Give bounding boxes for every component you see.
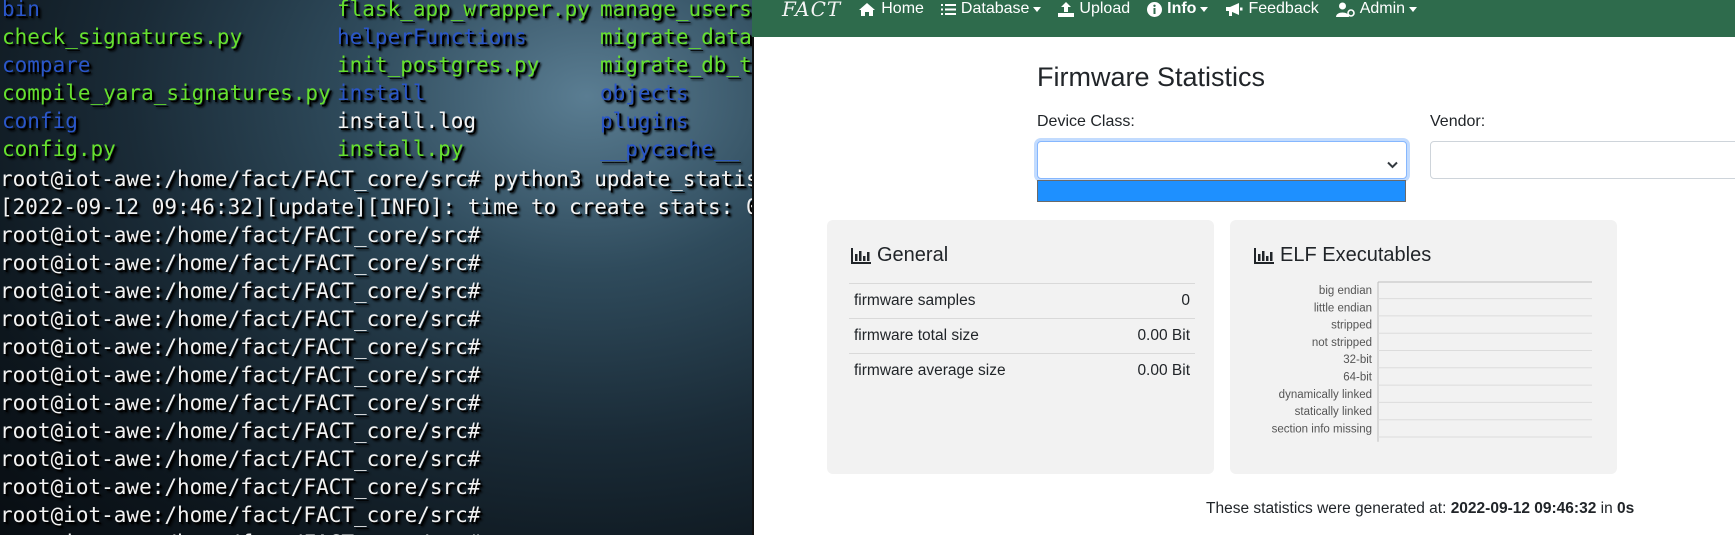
nav-feedback[interactable]: Feedback — [1225, 0, 1319, 18]
elf-tick-label: statically linked — [1295, 406, 1372, 418]
stat-label: firmware samples — [849, 283, 1099, 319]
ls-entry: bin — [2, 0, 40, 21]
terminal-line: root@iot-awe:/home/fact/FACT_core/src# — [0, 279, 481, 303]
footer-middle: in — [1596, 500, 1618, 517]
ls-entry: migrate_db_to — [600, 53, 752, 77]
chevron-down-icon — [1387, 156, 1398, 174]
table-row: firmware total size 0.00 Bit — [849, 318, 1195, 354]
chevron-down-icon — [1033, 6, 1042, 12]
stat-value: 0.00 Bit — [1098, 353, 1195, 388]
footer-duration: 0s — [1617, 500, 1635, 517]
stat-value: 0 — [1098, 283, 1195, 319]
ls-entry: install.py — [337, 137, 464, 161]
ls-entry: config.py — [2, 137, 116, 161]
brand-logo[interactable]: FACT — [782, 0, 841, 19]
ls-entry: init_postgres.py — [337, 53, 540, 77]
ls-entry: __pycache__ — [600, 137, 740, 161]
nav-upload[interactable]: Upload — [1058, 0, 1130, 18]
page-title: Firmware Statistics — [1037, 62, 1266, 92]
ls-entry: install — [337, 81, 426, 105]
terminal-line: root@iot-awe:/home/fact/FACT_core/src# — [0, 251, 481, 275]
ls-entry: manage_users. — [600, 0, 752, 21]
terminal-line: root@iot-awe:/home/fact/FACT_core/src# — [0, 223, 481, 247]
terminal-line: root@iot-awe:/home/fact/FACT_core/src# — [0, 447, 481, 471]
nav-home[interactable]: Home — [858, 0, 924, 18]
elf-tick-label: not stripped — [1312, 337, 1372, 349]
elf-tick-label: dynamically linked — [1279, 389, 1372, 401]
footer-timestamp: 2022-09-12 09:46:32 — [1450, 500, 1597, 517]
ls-column-1: bin check_signatures.pycompare compile_yar… — [2, 0, 331, 163]
elf-tick-label: big endian — [1319, 285, 1372, 297]
nav-info-label: Info — [1167, 0, 1197, 17]
stat-label: firmware average size — [849, 353, 1099, 388]
upload-icon — [1058, 1, 1075, 17]
general-card: General firmware samples 0 firmware tota… — [827, 220, 1214, 474]
terminal-line: root@iot-awe:/home/fact/FACT_core/src# — [0, 419, 481, 443]
general-stats-table: firmware samples 0 firmware total size 0… — [849, 283, 1195, 388]
ls-column-3: manage_users. migrate_datab migrate_db_too… — [600, 0, 752, 163]
ls-output: bin check_signatures.pycompare compile_yar… — [0, 0, 752, 165]
bullhorn-icon — [1225, 2, 1243, 17]
elf-tick-label: stripped — [1331, 320, 1372, 332]
elf-chart: big endian little endian stripped not strip… — [1272, 281, 1592, 442]
stat-label: firmware total size — [849, 318, 1099, 354]
nav-info[interactable]: Info — [1147, 0, 1209, 18]
nav-database-label: Database — [960, 0, 1030, 17]
terminal-line: root@iot-awe:/home/fact/FACT_core/src# — [0, 335, 481, 359]
ls-entry: check_signatures.py — [2, 25, 243, 49]
nav-feedback-label: Feedback — [1248, 0, 1319, 17]
terminal-line: root@iot-awe:/home/fact/FACT_core/src# p… — [0, 167, 752, 191]
elf-tick-label: 32-bit — [1343, 354, 1373, 366]
nav-database[interactable]: Database — [940, 0, 1042, 18]
terminal-line: [2022-09-12 09:46:32][update][INFO]: tim… — [0, 195, 752, 219]
vendor-select[interactable] — [1430, 141, 1735, 179]
table-row: firmware average size 0.00 Bit — [849, 353, 1195, 388]
elf-tick-label: 64-bit — [1343, 372, 1373, 384]
terminal-line: root@iot-awe:/home/fact/FACT_core/src# — [0, 307, 481, 331]
ls-entry: flask_app_wrapper.py — [337, 0, 590, 21]
ls-entry: install.log — [337, 109, 477, 133]
terminal-line: root@iot-awe:/home/fact/FACT_core/src# — [0, 391, 481, 415]
stat-value: 0.00 Bit — [1098, 318, 1195, 354]
bar-chart-icon — [851, 247, 871, 264]
elf-tick-label: little endian — [1314, 302, 1372, 314]
elf-card: ELF Executables big endian little endian s… — [1230, 220, 1617, 474]
chevron-down-icon — [1409, 6, 1418, 12]
device-class-label: Device Class: — [1037, 113, 1135, 130]
device-class-option-highlighted[interactable] — [1037, 180, 1406, 202]
browser-window: FACT Home Database Upload Info Feedback … — [752, 0, 1735, 535]
ls-entry: migrate_datab — [600, 25, 752, 49]
ls-entry: compare — [2, 53, 91, 77]
terminal-line: root@iot-awe:/home/fact/FACT_core/src# — [0, 529, 752, 535]
navbar: FACT Home Database Upload Info Feedback … — [752, 0, 1735, 37]
terminal-line: root@iot-awe:/home/fact/FACT_core/src# — [0, 363, 481, 387]
ls-entry: helperFunctions — [337, 25, 527, 49]
info-icon — [1147, 1, 1163, 17]
ls-entry: config — [2, 109, 78, 133]
terminal-lines: root@iot-awe:/home/fact/FACT_core/src# p… — [0, 165, 752, 535]
table-row: firmware samples 0 — [849, 283, 1195, 319]
device-class-select[interactable] — [1037, 141, 1407, 179]
home-icon — [858, 2, 876, 17]
elf-tick-label: section info missing — [1272, 423, 1372, 435]
user-cog-icon — [1335, 2, 1355, 17]
ls-entry: plugins — [600, 109, 689, 133]
terminal-line: root@iot-awe:/home/fact/FACT_core/src# — [0, 475, 481, 499]
chevron-down-icon — [1200, 6, 1209, 12]
nav-admin[interactable]: Admin — [1335, 0, 1418, 18]
nav-upload-label: Upload — [1079, 0, 1131, 17]
terminal-line: root@iot-awe:/home/fact/FACT_core/src# — [0, 503, 481, 527]
general-card-title: General — [851, 244, 948, 267]
ls-entry: objects — [600, 81, 689, 105]
nav-admin-label: Admin — [1359, 0, 1406, 17]
ls-column-2: flask_app_wrapper.py helperFunctions init_… — [337, 0, 590, 163]
terminal-window[interactable]: bin check_signatures.pycompare compile_yar… — [0, 0, 752, 535]
list-icon — [940, 3, 956, 16]
nav-home-label: Home — [881, 0, 924, 17]
vendor-label: Vendor: — [1430, 113, 1486, 130]
general-title-text: General — [877, 244, 949, 266]
footer-prefix: These statistics were generated at: — [1206, 500, 1451, 517]
ls-entry: compile_yara_signatures.py — [2, 81, 331, 105]
